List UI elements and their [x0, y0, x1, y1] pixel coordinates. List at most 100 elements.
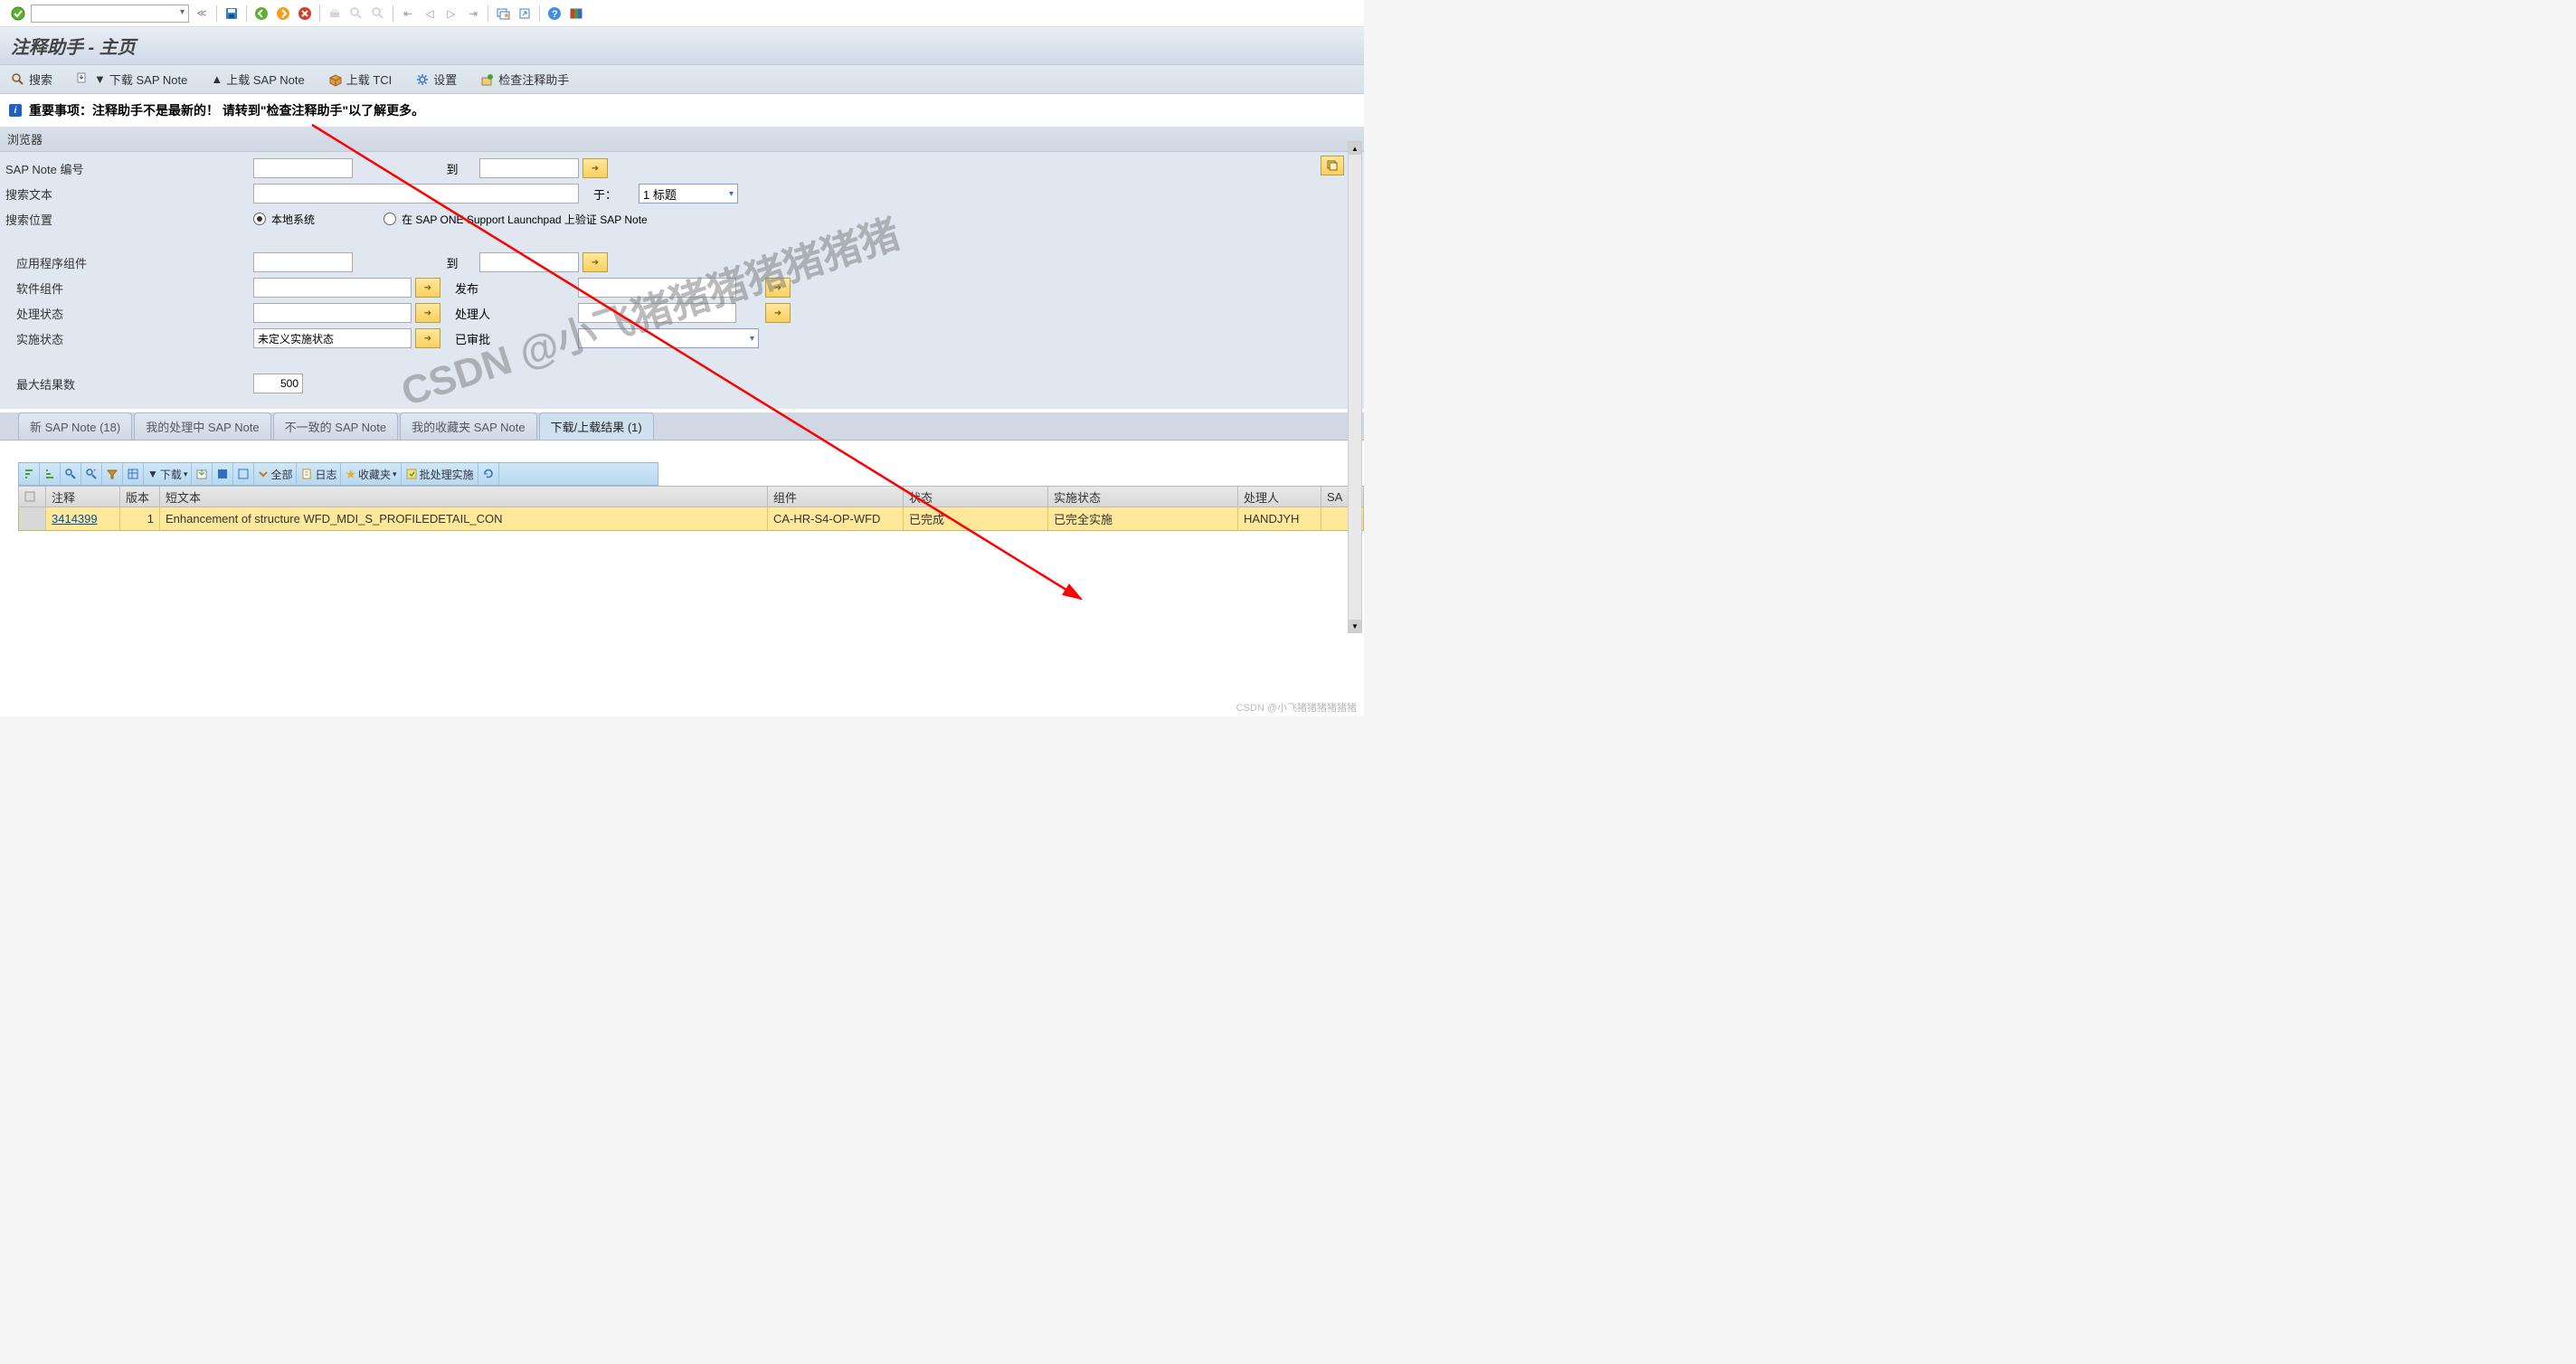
export-button[interactable] — [192, 463, 213, 485]
max-results-label: 最大结果数 — [0, 375, 127, 393]
chevron-left-icon[interactable]: ≪ — [193, 5, 211, 23]
first-page-icon: ⇤ — [399, 5, 417, 23]
exit-icon[interactable] — [274, 5, 292, 23]
layout-icon[interactable] — [567, 5, 585, 23]
tab-results[interactable]: 下载/上载结果 (1) — [539, 412, 654, 440]
search-button[interactable]: 搜索 — [7, 69, 56, 90]
radio-remote[interactable]: 在 SAP ONE Support Launchpad 上验证 SAP Note — [384, 212, 648, 227]
release-input[interactable] — [578, 278, 736, 298]
settings-label: 设置 — [433, 71, 457, 88]
col-status[interactable]: 状态 — [904, 487, 1048, 507]
ok-icon[interactable] — [9, 5, 27, 23]
table-row[interactable]: 3414399 1 Enhancement of structure WFD_M… — [18, 507, 1364, 531]
select-all-header[interactable] — [19, 487, 46, 507]
filter-button[interactable] — [102, 463, 123, 485]
sort-asc-button[interactable] — [19, 463, 40, 485]
sw-comp-input[interactable] — [253, 278, 412, 298]
check-assistant-label: 检查注释助手 — [498, 71, 569, 88]
search-icon — [11, 72, 25, 87]
favorite-button[interactable]: ★收藏夹▾ — [341, 463, 401, 485]
row-selector[interactable] — [19, 507, 46, 530]
note-link[interactable]: 3414399 — [52, 512, 98, 526]
layout-button[interactable] — [123, 463, 144, 485]
refresh-button[interactable] — [478, 463, 499, 485]
col-impl-status[interactable]: 实施状态 — [1048, 487, 1238, 507]
proc-status-input[interactable] — [253, 303, 412, 323]
scroll-up-icon[interactable]: ▲ — [1349, 142, 1361, 155]
search-label: 搜索 — [29, 71, 52, 88]
browser-header: 浏览器 — [0, 127, 1364, 152]
find-button[interactable] — [61, 463, 81, 485]
watermark-corner: CSDN @小飞猪猪猪猪猪猪 — [1236, 700, 1357, 715]
check-tool-icon — [480, 72, 495, 87]
radio-icon — [384, 213, 396, 225]
sap-note-no-label: SAP Note 编号 — [0, 160, 127, 177]
log-button[interactable]: 日志 — [297, 463, 341, 485]
cancel-icon[interactable] — [296, 5, 314, 23]
download-note-label: 下载 SAP Note — [109, 71, 187, 88]
app-comp-multi-button[interactable] — [582, 252, 608, 272]
find-next-button[interactable]: + — [81, 463, 102, 485]
tab-my-processing[interactable]: 我的处理中 SAP Note — [134, 412, 270, 440]
check-assistant-button[interactable]: 检查注释助手 — [477, 69, 573, 90]
max-results-input[interactable] — [253, 374, 303, 393]
col-note[interactable]: 注释 — [46, 487, 120, 507]
save-icon[interactable] — [223, 5, 241, 23]
tab-new-notes[interactable]: 新 SAP Note (18) — [18, 412, 132, 440]
new-session-icon[interactable]: ★ — [494, 5, 512, 23]
batch-impl-button[interactable]: 批处理实施 — [402, 463, 478, 485]
impl-status-label: 实施状态 — [0, 330, 127, 347]
processor-multi-button[interactable] — [765, 303, 791, 323]
sw-comp-multi-button[interactable] — [415, 278, 440, 298]
radio-local[interactable]: 本地系统 — [253, 212, 315, 227]
in-dropdown[interactable]: 1 标题 — [639, 184, 738, 204]
impl-status-input[interactable] — [253, 328, 412, 348]
page-title: 注释助手 - 主页 — [0, 27, 1364, 65]
sap-note-no-from[interactable] — [253, 158, 353, 178]
help-icon[interactable]: ? — [545, 5, 564, 23]
info-icon: i — [9, 104, 22, 117]
sw-comp-label: 软件组件 — [0, 279, 127, 297]
back-icon[interactable] — [252, 5, 270, 23]
sort-desc-button[interactable] — [40, 463, 61, 485]
download-grid-button[interactable]: ▼下载▾ — [144, 463, 192, 485]
find-next-icon: + — [369, 5, 387, 23]
col-processor[interactable]: 处理人 — [1238, 487, 1321, 507]
tab-inconsistent[interactable]: 不一致的 SAP Note — [273, 412, 398, 440]
sap-note-no-to[interactable] — [479, 158, 579, 178]
vertical-scrollbar[interactable]: ▲ ▼ — [1348, 141, 1362, 633]
approved-dropdown[interactable] — [578, 328, 759, 348]
app-comp-to[interactable] — [479, 252, 579, 272]
col-short[interactable]: 短文本 — [160, 487, 768, 507]
cell-version: 1 — [120, 507, 160, 530]
upload-note-button[interactable]: ▲ 上载 SAP Note — [207, 69, 308, 90]
upload-tci-button[interactable]: 上载 TCI — [325, 69, 396, 90]
release-label: 发布 — [440, 279, 506, 297]
command-field[interactable] — [31, 5, 189, 23]
tabstrip: 新 SAP Note (18) 我的处理中 SAP Note 不一致的 SAP … — [0, 412, 1364, 440]
col-sa[interactable]: SA — [1321, 487, 1349, 507]
note-no-multi-button[interactable] — [582, 158, 608, 178]
search-text-input[interactable] — [253, 184, 579, 204]
settings-button[interactable]: 设置 — [412, 69, 460, 90]
package-icon — [328, 72, 343, 87]
tab-favorites[interactable]: 我的收藏夹 SAP Note — [400, 412, 536, 440]
impl-status-multi-button[interactable] — [415, 328, 440, 348]
deselect-all-button[interactable] — [233, 463, 254, 485]
proc-status-multi-button[interactable] — [415, 303, 440, 323]
select-all-button[interactable] — [213, 463, 233, 485]
download-note-button[interactable]: ▼ 下载 SAP Note — [72, 69, 191, 90]
processor-input[interactable] — [578, 303, 736, 323]
release-multi-button[interactable] — [765, 278, 791, 298]
shortcut-icon[interactable] — [516, 5, 534, 23]
cell-component: CA-HR-S4-OP-WFD — [768, 507, 904, 530]
all-button[interactable]: 全部 — [254, 463, 297, 485]
variant-button[interactable] — [1321, 156, 1344, 175]
upload-tci-label: 上载 TCI — [346, 71, 393, 88]
cell-status: 已完成 — [904, 507, 1048, 530]
system-toolbar: ≪ + ⇤ ◁ ▷ ⇥ ★ ? — [0, 0, 1364, 27]
col-component[interactable]: 组件 — [768, 487, 904, 507]
col-version[interactable]: 版本 — [120, 487, 160, 507]
app-comp-from[interactable] — [253, 252, 353, 272]
scroll-down-icon[interactable]: ▼ — [1349, 620, 1361, 632]
